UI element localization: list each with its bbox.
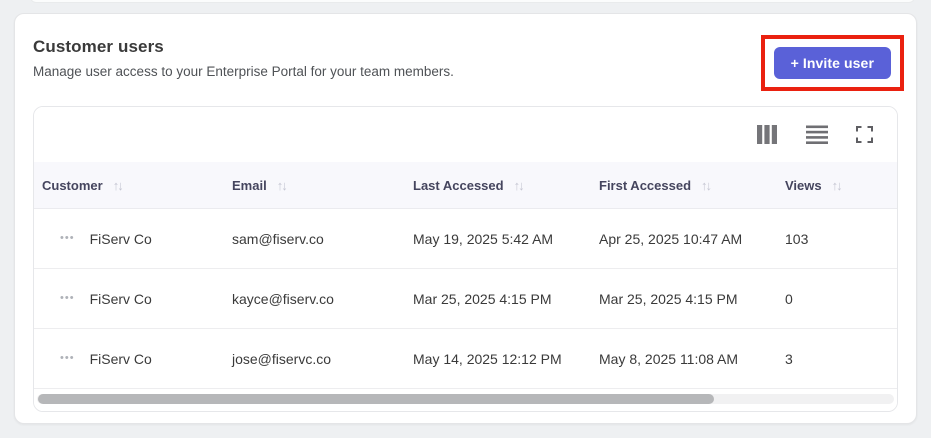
fullscreen-icon[interactable] (854, 124, 875, 145)
invite-user-button[interactable]: + Invite user (773, 47, 891, 79)
first-accessed-cell: Apr 25, 2025 10:47 AM (599, 230, 743, 247)
previous-card-edge (30, 0, 915, 3)
table-row: ••• FiServ Co kayce@fiserv.co Mar 25, 20… (34, 269, 897, 329)
sort-icon: ↑↓ (701, 177, 712, 193)
customer-cell: ••• FiServ Co (34, 351, 224, 367)
row-density-icon-glyph (806, 125, 828, 144)
last-accessed-cell: May 19, 2025 5:42 AM (413, 230, 554, 247)
table-row: ••• FiServ Co sam@fiserv.co May 19, 2025… (34, 209, 897, 269)
column-header-label: Last Accessed (413, 177, 504, 193)
customer-name: FiServ Co (89, 230, 152, 247)
column-header-label: Email (232, 177, 267, 193)
column-header-first-accessed[interactable]: First Accessed ↑↓ (591, 178, 777, 193)
page-title: Customer users (33, 37, 164, 56)
customer-users-card: Customer users Manage user access to you… (14, 13, 917, 424)
table-scroll-area (34, 389, 897, 411)
table-toolbar (34, 107, 897, 162)
customer-name: FiServ Co (89, 350, 152, 367)
columns-icon[interactable] (755, 123, 780, 146)
email-cell: kayce@fiserv.co (232, 290, 334, 307)
last-accessed-cell: May 14, 2025 12:12 PM (413, 350, 562, 367)
row-menu-icon[interactable]: ••• (60, 291, 75, 306)
views-cell: 3 (785, 350, 793, 367)
row-menu-icon[interactable]: ••• (60, 351, 75, 366)
table-header-row: Customer ↑↓ Email ↑↓ Last Accessed ↑↓ Fi… (34, 162, 897, 209)
sort-icon: ↑↓ (513, 177, 525, 193)
sort-icon: ↑↓ (112, 177, 124, 193)
views-cell: 103 (785, 230, 809, 247)
email-cell: sam@fiserv.co (232, 230, 324, 247)
views-cell: 0 (785, 290, 793, 307)
email-cell: jose@fiservc.co (232, 350, 332, 367)
column-header-last-accessed[interactable]: Last Accessed ↑↓ (405, 178, 591, 193)
card-header: Customer users Manage user access to you… (33, 35, 904, 91)
fullscreen-icon-glyph (856, 126, 873, 143)
column-header-email[interactable]: Email ↑↓ (224, 178, 405, 193)
column-header-customer[interactable]: Customer ↑↓ (34, 178, 224, 193)
first-accessed-cell: May 8, 2025 11:08 AM (599, 350, 739, 367)
customer-cell: ••• FiServ Co (34, 231, 224, 247)
annotation-highlight-box: + Invite user (760, 35, 904, 91)
row-density-icon[interactable] (804, 123, 830, 146)
scrollbar-thumb[interactable] (38, 394, 714, 404)
customer-cell: ••• FiServ Co (34, 291, 224, 307)
column-header-label: First Accessed (599, 177, 692, 193)
column-header-views[interactable]: Views ↑↓ (777, 178, 897, 193)
page-subtitle: Manage user access to your Enterprise Po… (33, 64, 454, 79)
users-table-panel: Customer ↑↓ Email ↑↓ Last Accessed ↑↓ Fi… (33, 106, 898, 412)
row-menu-icon[interactable]: ••• (60, 231, 75, 246)
table-row: ••• FiServ Co jose@fiservc.co May 14, 20… (34, 329, 897, 389)
sort-icon: ↑↓ (276, 177, 288, 193)
customer-name: FiServ Co (89, 290, 152, 307)
column-header-label: Customer (42, 177, 103, 193)
columns-icon-glyph (757, 125, 777, 144)
sort-icon: ↑↓ (831, 177, 843, 193)
card-header-text: Customer users Manage user access to you… (33, 37, 454, 79)
last-accessed-cell: Mar 25, 2025 4:15 PM (413, 290, 552, 307)
column-header-label: Views (785, 177, 822, 193)
first-accessed-cell: Mar 25, 2025 4:15 PM (599, 290, 738, 307)
